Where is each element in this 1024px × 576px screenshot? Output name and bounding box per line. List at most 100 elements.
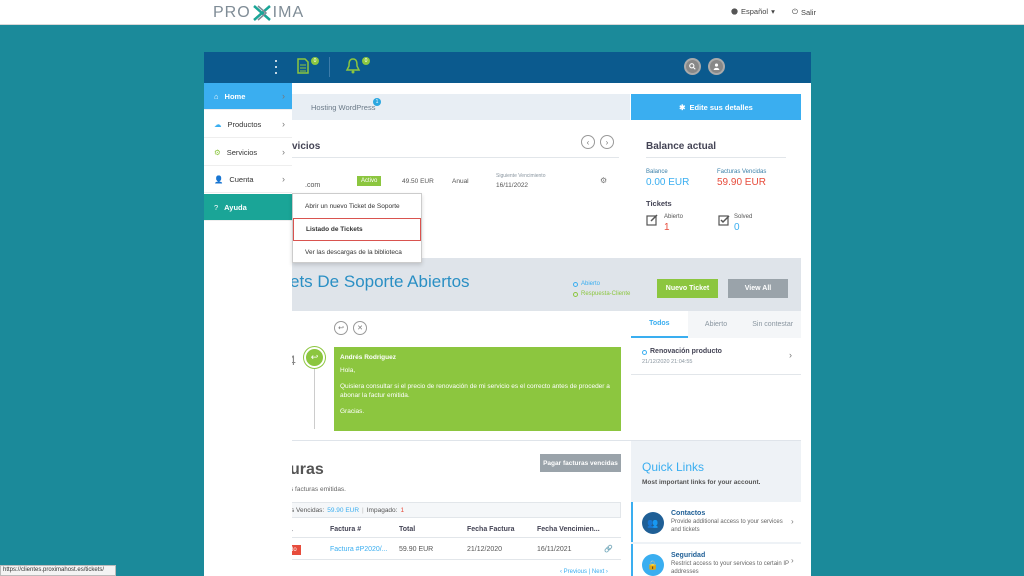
notifications-button[interactable] [345,58,361,76]
legend-open: Abierto [573,281,600,287]
view-all-button[interactable]: View All [728,279,788,298]
search-icon [689,63,696,70]
reply-button[interactable]: ↩ [334,321,348,335]
logout-link[interactable]: ⏻ Salir [792,7,816,17]
edit-details-button[interactable]: ✱ Edite sus detalles [631,94,801,120]
sidebar-item-label: Productos [227,119,262,129]
check-square-icon [718,214,730,228]
edit-details-label: Edite sus detalles [689,102,753,112]
col-total-header[interactable]: Total [399,526,415,533]
service-domain[interactable]: .com [305,182,320,189]
message-author: Andrés Rodriguez [340,354,396,361]
header-divider [329,57,330,77]
tickets-label: Tickets [646,199,672,208]
prev-arrow-button[interactable]: ‹ [581,135,595,149]
tab-unanswered[interactable]: Sin contestar [744,311,801,338]
summary-overdue-value: 59.90 EUR [327,506,360,514]
balance-divider [646,157,786,158]
menu-dots-icon[interactable] [274,60,278,74]
bell-icon [345,58,361,74]
new-ticket-button[interactable]: Nuevo Ticket [657,279,718,298]
logout-label: Salir [800,7,816,17]
caret-down-icon: ▾ [771,7,775,16]
sidebar-item-label: Home [224,91,246,101]
services-title: vicios [292,141,321,152]
tab-all[interactable]: Todos [631,311,688,338]
home-icon: ⌂ [214,91,219,101]
solved-tickets-value: 0 [734,222,740,233]
sidebar-item-products[interactable]: ☁ Productos › [204,111,292,138]
reply-icon: ↩ [338,325,344,332]
power-icon: ⏻ [792,7,798,16]
submenu-item-downloads[interactable]: Ver las descargas de la biblioteca [293,241,421,264]
lock-icon: 🔒 [642,554,664,576]
documents-count-badge: 0 [311,57,319,65]
help-submenu: Abrir un nuevo Ticket de Soporte Listado… [292,193,422,263]
ticket-filter-tabs: Todos Abierto Sin contestar [631,311,801,338]
summary-unpaid-label: Impagado: [366,506,398,514]
chevron-right-icon: › [791,556,794,565]
logo-x-icon [252,4,271,21]
quick-link-contacts-title: Contactos [671,510,706,517]
invoices-shortcut[interactable] [297,58,309,76]
invoice-total: 59.90 EUR [399,546,434,553]
submenu-item-new-ticket[interactable]: Abrir un nuevo Ticket de Soporte [293,195,421,218]
service-status-badge: Activo [357,176,382,186]
invoice-date: 21/12/2020 [467,546,503,553]
close-ticket-button[interactable]: ✕ [353,321,367,335]
document-icon [297,58,309,74]
message-greeting: Hola, [340,367,356,375]
chevron-right-icon: › [282,119,285,129]
sidebar-item-home[interactable]: ⌂ Home › [204,83,292,110]
quick-link-contacts-desc: Provide additional access to your servic… [671,519,783,533]
close-icon: ✕ [357,325,363,332]
ticket-list-item[interactable]: Renovación producto 21/12/2020 21:04:55 … [631,338,801,375]
logo-text-right: IMA [272,3,305,21]
tickets-title: ets De Soporte Abiertos [290,272,470,291]
message-closing: Gracias. [340,407,365,415]
language-selector[interactable]: Español ▾ [731,7,775,16]
legend-open-label: Abierto [581,281,601,287]
pay-overdue-button[interactable]: Pagar facturas vencidas [540,454,621,472]
timeline-line [314,367,315,429]
sidebar-item-services[interactable]: ⚙ Servicios › [204,139,292,166]
quick-link-security[interactable]: 🔒 Seguridad Restrict access to your serv… [631,544,801,576]
legend-reply-label: Respuesta-Cliente [581,291,631,297]
sidebar-item-help[interactable]: ? Ayuda [204,194,292,221]
quick-link-contacts[interactable]: 👥 Contactos Provide additional access to… [631,502,801,542]
search-button[interactable] [684,58,701,75]
submenu-item-ticket-list[interactable]: Listado de Tickets [293,218,421,241]
quick-link-security-title: Seguridad [671,552,706,559]
legend-open-dot [573,281,578,287]
brand-logo[interactable]: PRO IMA [213,4,304,21]
sidebar-item-account[interactable]: 👤 Cuenta › [204,166,292,193]
overdue-label: Facturas Vencidas [717,169,767,175]
quick-link-security-desc: Restrict access to your services to cert… [671,561,789,575]
open-tickets-label: Abierto [664,214,684,220]
next-arrow-button[interactable]: › [600,135,614,149]
col-date-header[interactable]: Fecha Factura [467,526,514,533]
globe-icon [731,8,738,15]
overdue-value: 59.90 EUR [717,177,766,188]
table-row[interactable]: do Factura #P2020/... 59.90 EUR 21/12/20… [286,539,621,560]
col-due-header[interactable]: Fecha Vencimien... [537,526,600,533]
status-url: https://clientes.proximahost.es/tickets/ [0,565,116,576]
logo-text-left: PRO [213,3,251,21]
reply-timeline-icon: ↩ [304,347,325,368]
invoice-number-link[interactable]: Factura #P2020/... [330,546,388,553]
chevron-right-icon: › [791,517,794,526]
user-icon [713,63,720,70]
top-bar [0,0,1024,25]
user-icon: 👤 [214,174,224,184]
service-settings-icon[interactable]: ⚙ [600,176,607,185]
hosting-count-badge: 1 [373,98,381,106]
user-button[interactable] [708,58,725,75]
tab-open[interactable]: Abierto [688,311,745,338]
link-icon[interactable]: 🔗 [604,545,613,553]
edit-icon [646,214,658,228]
service-next-date: 16/11/2022 [496,182,529,189]
balance-title: Balance actual [646,141,717,152]
gear-icon: ⚙ [214,147,221,157]
col-number-header[interactable]: Factura # [330,526,361,533]
pagination[interactable]: ‹ Previous | Next › [560,569,608,575]
